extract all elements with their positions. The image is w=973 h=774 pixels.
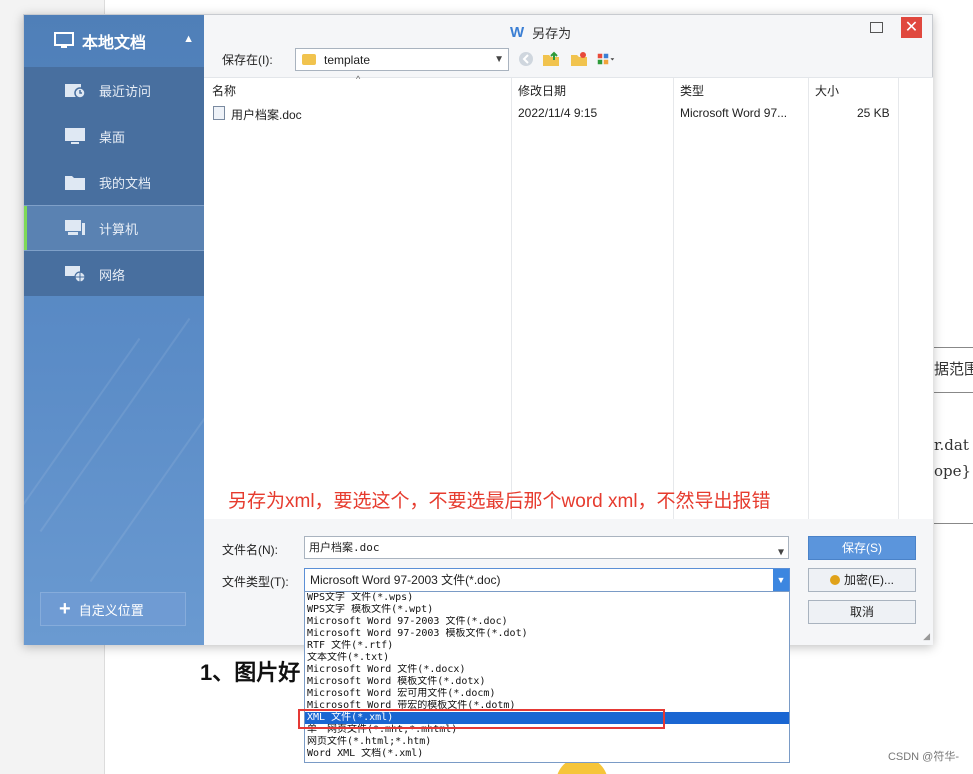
column-divider[interactable] (511, 78, 512, 520)
decor-streak (24, 337, 141, 553)
doc-heading: 1、图片好 (200, 660, 301, 685)
filetype-label: 文件类型(T): (222, 575, 289, 589)
column-header-modified[interactable]: 修改日期 (518, 82, 566, 99)
close-icon: ✕ (904, 19, 919, 36)
filetype-option[interactable]: RTF 文件(*.rtf) (305, 640, 789, 652)
column-divider[interactable] (673, 78, 674, 520)
column-divider[interactable] (808, 78, 809, 520)
document-icon (213, 106, 225, 120)
encrypt-label: 加密(E)... (844, 573, 894, 587)
custom-location-label: 自定义位置 (78, 602, 144, 618)
sidebar-item-documents[interactable]: 我的文档 (24, 159, 204, 205)
new-folder-icon[interactable] (570, 51, 588, 67)
filetype-options-list: WPS文字 文件(*.wps) WPS文字 模板文件(*.wpt) Micros… (304, 591, 790, 763)
filetype-option[interactable]: WPS文字 模板文件(*.wpt) (305, 604, 789, 616)
filetype-option[interactable]: 文本文件(*.txt) (305, 652, 789, 664)
back-icon[interactable] (517, 51, 535, 67)
filetype-option[interactable]: Microsoft Word 宏可用文件(*.docm) (305, 688, 789, 700)
filetype-option[interactable]: Microsoft Word 97-2003 文件(*.doc) (305, 616, 789, 628)
sidebar-item-label: 我的文档 (99, 175, 152, 191)
sidebar-item-desktop[interactable]: 桌面 (24, 113, 204, 159)
filename-value: 用户档案.doc (309, 541, 380, 554)
file-row[interactable]: 用户档案.doc 2022/11/4 9:15 Microsoft Word 9… (204, 104, 933, 124)
save-button[interactable]: 保存(S) (808, 536, 916, 560)
doc-snippet: r.dat (934, 436, 969, 454)
file-modified: 2022/11/4 9:15 (518, 106, 598, 120)
desktop-icon (65, 128, 85, 144)
column-divider[interactable] (898, 78, 899, 520)
sidebar-item-network[interactable]: 网络 (24, 251, 204, 297)
sidebar-item-label: 桌面 (99, 129, 126, 145)
encrypt-button[interactable]: 加密(E)... (808, 568, 916, 592)
filetype-dropdown[interactable]: Microsoft Word 97-2003 文件(*.doc) ▼ (304, 568, 790, 592)
chevron-down-icon: ▼ (494, 54, 504, 65)
sidebar-item-computer[interactable]: 计算机 (24, 205, 204, 251)
maximize-button[interactable] (870, 22, 883, 33)
computer-icon (65, 220, 85, 235)
sidebar: 本地文档 ▲ 最近访问 桌面 我的文档 计算机 网络 + 自定义位置 (24, 15, 204, 645)
filename-label: 文件名(N): (222, 543, 278, 557)
cancel-button[interactable]: 取消 (808, 600, 916, 624)
red-highlight-box (298, 709, 665, 729)
sidebar-header[interactable]: 本地文档 ▲ (24, 15, 204, 67)
sidebar-item-label: 计算机 (99, 221, 139, 237)
filetype-option[interactable]: Microsoft Word 97-2003 模板文件(*.dot) (305, 628, 789, 640)
filetype-option[interactable]: Microsoft Word 模板文件(*.dotx) (305, 676, 789, 688)
dialog-title: W 另存为 (510, 23, 571, 42)
plus-icon: + (59, 598, 71, 620)
recent-icon (65, 84, 86, 99)
filename-field[interactable]: 用户档案.doc ▼ (304, 536, 789, 559)
save-in-dropdown[interactable]: template ▼ (295, 48, 509, 71)
sidebar-item-recent[interactable]: 最近访问 (24, 67, 204, 113)
chevron-down-icon[interactable]: ▼ (773, 569, 789, 591)
save-as-dialog: 本地文档 ▲ 最近访问 桌面 我的文档 计算机 网络 + 自定义位置 W 另存为… (23, 14, 933, 645)
sidebar-list: 最近访问 桌面 我的文档 计算机 网络 (24, 67, 204, 296)
chevron-down-icon[interactable]: ▼ (778, 542, 784, 563)
file-type: Microsoft Word 97... (680, 106, 788, 120)
table-rule (934, 523, 973, 524)
filetype-option[interactable]: WPS文字 文件(*.wps) (305, 592, 789, 604)
sidebar-item-label: 网络 (99, 267, 126, 283)
doc-snippet: 据范围 (934, 360, 973, 378)
monitor-icon (54, 32, 74, 48)
table-rule (934, 392, 973, 393)
save-in-value: template (324, 52, 371, 67)
filetype-option[interactable]: Microsoft Word 文件(*.docx) (305, 664, 789, 676)
file-list: ^ 名称 修改日期 类型 大小 用户档案.doc 2022/11/4 9:15 … (204, 74, 933, 520)
sidebar-header-label: 本地文档 (82, 35, 147, 52)
doc-snippet: ope} (934, 462, 972, 480)
shield-lock-icon (830, 575, 840, 585)
save-in-label: 保存在(I): (222, 53, 273, 67)
table-rule (934, 347, 973, 348)
network-icon (65, 266, 86, 283)
file-size: 25 KB (857, 106, 890, 120)
collapse-caret-icon[interactable]: ▲ (183, 33, 194, 45)
red-annotation-text: 另存为xml，要选这个，不要选最后那个word xml，不然导出报错 (228, 491, 771, 512)
filetype-option[interactable]: 网页文件(*.html;*.htm) (305, 736, 789, 748)
file-name: 用户档案.doc (231, 108, 302, 122)
close-button[interactable]: ✕ (901, 17, 922, 38)
wps-writer-icon: W (510, 24, 525, 41)
filetype-value: Microsoft Word 97-2003 文件(*.doc) (310, 573, 501, 587)
column-header-type[interactable]: 类型 (680, 82, 704, 99)
sort-up-icon: ^ (356, 74, 361, 84)
filetype-option[interactable]: Word XML 文档(*.xml) (305, 748, 789, 760)
sidebar-item-label: 最近访问 (99, 83, 152, 99)
view-menu-icon[interactable] (597, 51, 615, 67)
folder-icon (302, 54, 316, 65)
resize-grip-icon[interactable]: ◢ (923, 631, 930, 642)
decor-streak (89, 367, 204, 583)
up-folder-icon[interactable] (542, 51, 560, 67)
custom-location-button[interactable]: + 自定义位置 (40, 592, 186, 626)
decor-streak (39, 317, 191, 533)
watermark-credit: CSDN @符华- (887, 751, 959, 763)
column-header-size[interactable]: 大小 (815, 82, 839, 99)
folder-icon (65, 176, 85, 190)
column-header-name[interactable]: 名称 (212, 82, 236, 99)
dialog-title-text: 另存为 (532, 26, 572, 41)
title-bar: W 另存为 ✕ (204, 15, 933, 47)
